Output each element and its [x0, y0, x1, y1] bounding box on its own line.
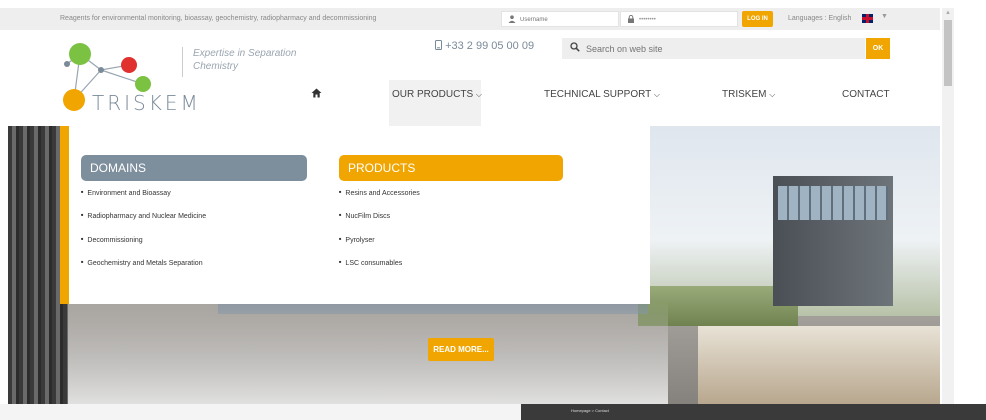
nav-label: CONTACT [842, 89, 890, 100]
phone-icon [435, 40, 445, 52]
breadcrumb: Homepage > Contact [521, 404, 986, 420]
scroll-up-icon[interactable]: ▲ [945, 10, 951, 16]
product-item[interactable]: LSC consumables [339, 259, 420, 282]
password-input[interactable] [639, 14, 729, 25]
site-search[interactable] [562, 38, 865, 59]
language-selector[interactable]: Languages : English [788, 15, 851, 22]
main-navigation: OUR PRODUCTS ⌵ TECHNICAL SUPPORT ⌵ TRISK… [0, 80, 940, 126]
nav-contact[interactable]: CONTACT [842, 80, 890, 126]
chevron-down-icon[interactable]: ▼ [881, 13, 888, 20]
username-input[interactable] [520, 14, 610, 25]
nav-technical-support[interactable]: TECHNICAL SUPPORT ⌵ [544, 80, 660, 126]
domains-header[interactable]: DOMAINS [81, 155, 307, 181]
company-tagline: Expertise in Separation Chemistry [182, 47, 322, 77]
hero-curtain [8, 126, 68, 404]
hero-building-windows [778, 186, 888, 220]
phone-number: +33 2 99 05 00 09 [435, 40, 534, 52]
domain-item[interactable]: Radiopharmacy and Nuclear Medicine [81, 212, 206, 235]
domain-item[interactable]: Environment and Bioassay [81, 189, 206, 212]
breadcrumb-text[interactable]: Homepage > Contact [571, 408, 609, 413]
product-item[interactable]: Pyrolyser [339, 236, 420, 259]
domain-item[interactable]: Geochemistry and Metals Separation [81, 259, 206, 282]
top-utility-bar: Reagents for environmental monitoring, b… [0, 8, 940, 30]
password-field[interactable] [620, 11, 738, 27]
site-tagline: Reagents for environmental monitoring, b… [60, 15, 377, 22]
login-button[interactable]: LOG IN [742, 11, 773, 27]
domain-item[interactable]: Decommissioning [81, 236, 206, 259]
product-item[interactable]: NucFilm Discs [339, 212, 420, 235]
search-icon[interactable] [570, 42, 580, 55]
hero-table [698, 326, 940, 404]
hero-chairs [68, 301, 668, 404]
scrollbar-thumb[interactable] [944, 20, 952, 86]
page: Reagents for environmental monitoring, b… [0, 0, 986, 420]
nav-label: TECHNICAL SUPPORT [544, 89, 652, 100]
nav-our-products[interactable]: OUR PRODUCTS ⌵ [389, 80, 482, 126]
nav-label: OUR PRODUCTS [392, 89, 474, 100]
nav-label: TRISKEM [722, 89, 767, 100]
read-more-button[interactable]: READ MORE... [428, 338, 494, 361]
chevron-down-icon: ⌵ [769, 90, 776, 99]
user-icon [508, 15, 516, 25]
products-mega-menu: DOMAINS Environment and Bioassay Radioph… [60, 126, 650, 304]
domains-list: Environment and Bioassay Radiopharmacy a… [81, 189, 206, 282]
search-input[interactable] [586, 41, 856, 56]
products-header[interactable]: PRODUCTS [339, 155, 563, 181]
phone-text: +33 2 99 05 00 09 [445, 40, 535, 52]
chevron-down-icon: ⌵ [653, 90, 660, 99]
lock-icon [627, 14, 635, 25]
chevron-down-icon: ⌵ [475, 90, 482, 99]
search-submit-button[interactable]: OK [866, 38, 890, 59]
page-scrollbar[interactable]: ▲ [942, 8, 954, 420]
home-icon[interactable] [311, 88, 323, 98]
products-list: Resins and Accessories NucFilm Discs Pyr… [339, 189, 420, 282]
product-item[interactable]: Resins and Accessories [339, 189, 419, 212]
uk-flag-icon [862, 14, 873, 23]
username-field[interactable] [501, 11, 619, 27]
nav-triskem[interactable]: TRISKEM ⌵ [722, 80, 775, 126]
